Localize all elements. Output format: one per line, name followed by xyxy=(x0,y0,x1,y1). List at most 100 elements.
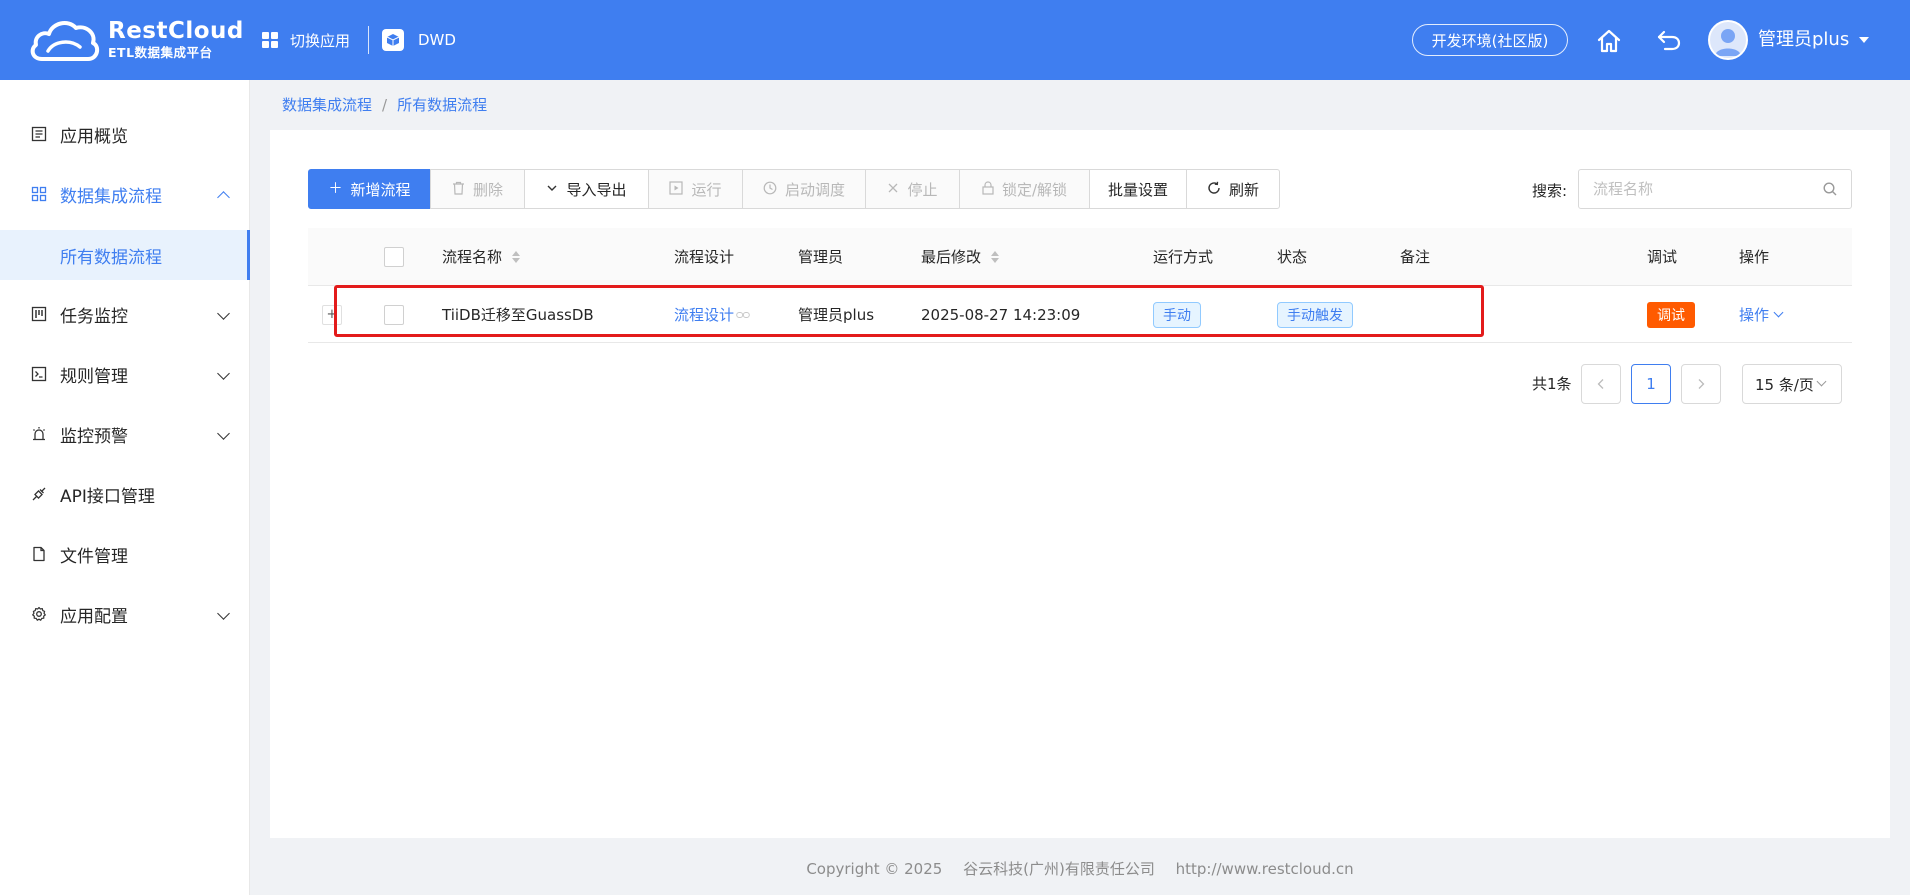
current-app-button[interactable]: DWD xyxy=(382,26,456,54)
select-all-checkbox[interactable] xyxy=(384,247,404,267)
sidebar-item-label: 监控预警 xyxy=(60,426,128,447)
prev-page-button[interactable] xyxy=(1581,364,1621,404)
add-flow-label: 新增流程 xyxy=(350,180,411,199)
sidebar-item-app-config[interactable]: 应用配置 xyxy=(0,590,250,638)
sidebar-item-api-management[interactable]: API接口管理 xyxy=(0,470,250,518)
refresh-icon xyxy=(1207,181,1221,198)
page-size-select[interactable]: 15 条/页 xyxy=(1742,364,1842,404)
sidebar-item-monitor-alert[interactable]: 监控预警 xyxy=(0,410,250,458)
sidebar-subitem-all-flows[interactable]: 所有数据流程 xyxy=(0,230,250,280)
flow-modified-time: 2025-08-27 14:23:09 xyxy=(921,305,1081,324)
breadcrumb-separator: / xyxy=(382,95,388,114)
sidebar-item-label: 应用概览 xyxy=(60,126,128,147)
sidebar-item-task-monitor[interactable]: 任务监控 xyxy=(0,290,250,338)
breadcrumb-item[interactable]: 数据集成流程 xyxy=(282,94,372,115)
column-label: 流程名称 xyxy=(442,248,503,266)
start-schedule-label: 启动调度 xyxy=(784,180,845,199)
row-checkbox[interactable] xyxy=(384,304,404,325)
sidebar-item-label: 数据集成流程 xyxy=(60,186,162,207)
refresh-label: 刷新 xyxy=(1228,180,1259,199)
row-checkbox-cell xyxy=(384,286,404,343)
footer-url[interactable]: http://www.restcloud.cn xyxy=(1176,860,1354,878)
lock-unlock-button[interactable]: 锁定/解锁 xyxy=(959,169,1090,209)
play-icon xyxy=(669,180,684,198)
sidebar-item-file-management[interactable]: 文件管理 xyxy=(0,530,250,578)
grid-icon xyxy=(30,185,48,203)
sort-icon[interactable] xyxy=(512,251,521,263)
search-label: 搜索: xyxy=(1532,182,1568,200)
gear-icon xyxy=(30,605,48,623)
sidebar-item-label: 任务监控 xyxy=(60,306,128,327)
cube-icon xyxy=(382,29,404,51)
undo-back-icon[interactable] xyxy=(1656,27,1682,53)
flow-name: TiiDB迁移至GuassDB xyxy=(442,306,594,324)
delete-button[interactable]: 删除 xyxy=(430,169,525,209)
flow-admin: 管理员plus xyxy=(798,306,875,324)
app-logo[interactable]: RestCloud ETL数据集成平台 xyxy=(28,14,244,66)
apps-grid-icon xyxy=(262,32,278,48)
column-header-modified[interactable]: 最后修改 xyxy=(921,228,1000,286)
action-dropdown[interactable]: 操作 xyxy=(1739,286,1784,343)
chevron-left-icon xyxy=(1597,379,1604,389)
search-icon[interactable] xyxy=(1822,181,1838,197)
breadcrumb-item[interactable]: 所有数据流程 xyxy=(397,94,487,115)
page-number-button[interactable]: 1 xyxy=(1631,364,1671,404)
sidebar-item-data-integration[interactable]: 数据集成流程 xyxy=(0,170,250,218)
trash-icon xyxy=(452,181,465,198)
run-mode-tag: 手动 xyxy=(1153,301,1201,328)
flow-design-link[interactable]: 流程设计 xyxy=(674,286,750,343)
search-input[interactable] xyxy=(1578,169,1852,209)
chevron-down-icon xyxy=(217,307,230,320)
run-button[interactable]: 运行 xyxy=(648,169,743,209)
stop-button[interactable]: 停止 xyxy=(865,169,960,209)
action-label: 操作 xyxy=(1739,306,1770,324)
table-row[interactable]: + TiiDB迁移至GuassDB 流程设计 管理员plus 2025-08-2… xyxy=(308,286,1852,343)
column-header-run-mode: 运行方式 xyxy=(1153,248,1214,266)
batch-settings-button[interactable]: 批量设置 xyxy=(1089,169,1187,209)
import-export-button[interactable]: 导入导出 xyxy=(524,169,649,209)
refresh-button[interactable]: 刷新 xyxy=(1186,169,1280,209)
lock-icon xyxy=(982,180,994,198)
toolbar: ＋ 新增流程 删除 导入导出 运行 启动调度 停止 锁定/解锁 批量设置 刷新 xyxy=(308,169,1280,209)
debug-button[interactable]: 调试 xyxy=(1647,301,1695,328)
sidebar-item-rule-management[interactable]: 规则管理 xyxy=(0,350,250,398)
add-flow-button[interactable]: ＋ 新增流程 xyxy=(308,169,431,209)
start-schedule-button[interactable]: 启动调度 xyxy=(742,169,866,209)
chevron-down-icon xyxy=(217,367,230,380)
sidebar-item-label: API接口管理 xyxy=(60,486,155,507)
status-cell: 手动触发 xyxy=(1277,286,1353,343)
footer: Copyright © 2025 谷云科技(广州)有限责任公司 http://w… xyxy=(270,858,1890,879)
footer-copyright: Copyright © 2025 xyxy=(806,860,943,878)
environment-badge[interactable]: 开发环境(社区版) xyxy=(1412,24,1568,56)
close-icon xyxy=(887,182,899,197)
terminal-icon xyxy=(30,365,48,383)
column-header-action: 操作 xyxy=(1739,248,1770,266)
switch-app-button[interactable]: 切换应用 xyxy=(262,26,350,54)
next-page-button[interactable] xyxy=(1681,364,1721,404)
caret-down-icon xyxy=(1859,37,1870,43)
chevron-down-icon xyxy=(217,427,230,440)
import-export-label: 导入导出 xyxy=(566,180,627,199)
delete-label: 删除 xyxy=(472,180,503,199)
run-label: 运行 xyxy=(691,180,722,199)
breadcrumb: 数据集成流程 / 所有数据流程 xyxy=(282,94,487,115)
column-header-remark: 备注 xyxy=(1400,248,1431,266)
home-icon[interactable] xyxy=(1596,28,1622,54)
expand-row-icon[interactable]: + xyxy=(322,304,342,325)
column-header-debug: 调试 xyxy=(1647,248,1678,266)
chevron-down-icon xyxy=(1816,376,1827,387)
user-menu[interactable]: 管理员plus xyxy=(1758,26,1870,54)
top-header: RestCloud ETL数据集成平台 切换应用 DWD 开发环境(社区版) 管… xyxy=(0,0,1910,80)
sidebar-item-label: 应用配置 xyxy=(60,606,128,627)
column-header-design: 流程设计 xyxy=(674,248,735,266)
user-avatar[interactable] xyxy=(1708,20,1748,60)
chevron-down-icon xyxy=(1773,307,1784,318)
pagination-total: 共1条 xyxy=(1532,375,1572,393)
sort-icon[interactable] xyxy=(991,251,1000,263)
column-header-name[interactable]: 流程名称 xyxy=(442,228,521,286)
page-size-label: 15 条/页 xyxy=(1755,375,1814,394)
sidebar-item-overview[interactable]: 应用概览 xyxy=(0,110,250,158)
cloud-logo-icon xyxy=(30,21,100,61)
chevron-right-icon xyxy=(1698,379,1705,389)
logo-name: RestCloud xyxy=(108,18,244,45)
